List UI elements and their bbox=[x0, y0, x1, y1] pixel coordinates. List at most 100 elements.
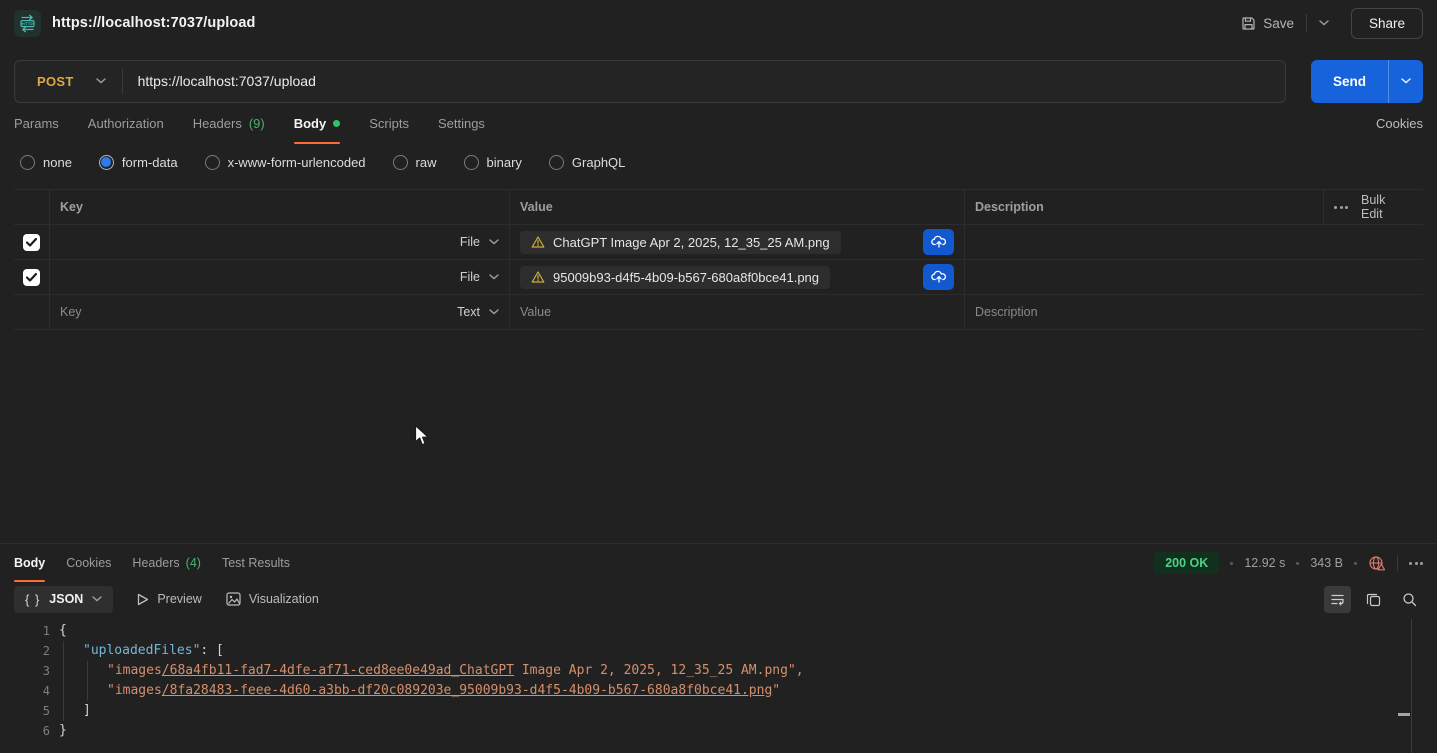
key-cell[interactable]: File bbox=[50, 225, 510, 260]
row-checkbox-placeholder bbox=[14, 295, 50, 330]
response-time[interactable]: 12.92 s bbox=[1244, 556, 1285, 570]
tab-settings[interactable]: Settings bbox=[438, 103, 485, 144]
cloud-upload-icon bbox=[931, 235, 947, 249]
chevron-down-icon bbox=[1401, 78, 1411, 84]
row-checkbox[interactable] bbox=[23, 269, 40, 286]
share-button[interactable]: Share bbox=[1351, 8, 1423, 39]
body-type-graphql[interactable]: GraphQL bbox=[549, 155, 625, 170]
file-chip[interactable]: ChatGPT Image Apr 2, 2025, 12_35_25 AM.p… bbox=[520, 231, 841, 254]
radio-selected-icon bbox=[99, 155, 114, 170]
body-type-form-data[interactable]: form-data bbox=[99, 155, 178, 170]
bulk-edit-cell: Bulk Edit bbox=[1324, 190, 1423, 225]
separator-dot bbox=[1230, 562, 1233, 565]
chevron-down-icon bbox=[92, 596, 102, 602]
value-cell: ChatGPT Image Apr 2, 2025, 12_35_25 AM.p… bbox=[510, 225, 965, 260]
search-button[interactable] bbox=[1396, 586, 1423, 613]
cookies-link[interactable]: Cookies bbox=[1376, 116, 1423, 131]
type-select[interactable]: File bbox=[460, 270, 499, 284]
description-cell[interactable] bbox=[965, 260, 1423, 295]
body-modified-dot-icon bbox=[333, 120, 340, 127]
tab-authorization[interactable]: Authorization bbox=[88, 103, 164, 144]
radio-icon bbox=[20, 155, 35, 170]
value-column-header: Value bbox=[510, 190, 965, 225]
response-tab-body[interactable]: Body bbox=[14, 544, 45, 582]
indent-guide bbox=[63, 641, 64, 721]
body-type-raw[interactable]: raw bbox=[393, 155, 437, 170]
save-options-button[interactable] bbox=[1311, 14, 1337, 32]
table-row: File ChatGPT Image Apr 2, 2025, 12_35_25… bbox=[14, 225, 1423, 260]
chevron-down-icon bbox=[489, 239, 499, 245]
tab-body[interactable]: Body bbox=[294, 103, 341, 144]
separator-dot bbox=[1296, 562, 1299, 565]
response-tab-headers[interactable]: Headers(4) bbox=[132, 544, 201, 582]
response-tab-test-results[interactable]: Test Results bbox=[222, 544, 290, 582]
more-options-icon[interactable] bbox=[1334, 206, 1348, 209]
tab-scripts[interactable]: Scripts bbox=[369, 103, 409, 144]
send-button[interactable]: Send bbox=[1311, 60, 1388, 103]
new-value-input[interactable] bbox=[520, 305, 954, 319]
radio-icon bbox=[393, 155, 408, 170]
response-body-viewer[interactable]: 1 { 2 "uploadedFiles": [ 3 "images/68a4f… bbox=[0, 616, 1437, 753]
file-chip[interactable]: 95009b93-d4f5-4b09-b567-680a8f0bce41.png bbox=[520, 266, 830, 289]
select-all-cell bbox=[14, 190, 50, 225]
response-format-select[interactable]: { } JSON bbox=[14, 586, 113, 613]
save-button[interactable]: Save bbox=[1233, 10, 1302, 37]
send-options-button[interactable] bbox=[1388, 60, 1423, 103]
type-select[interactable]: Text bbox=[457, 305, 499, 319]
preview-button[interactable]: Preview bbox=[137, 592, 201, 606]
response-more-options-icon[interactable] bbox=[1409, 562, 1423, 565]
upload-file-button[interactable] bbox=[923, 264, 954, 290]
key-column-header: Key bbox=[50, 190, 510, 225]
search-icon bbox=[1402, 592, 1417, 607]
request-bar: POST Send bbox=[0, 59, 1437, 103]
svg-text:HTTP: HTTP bbox=[22, 21, 34, 26]
body-type-none[interactable]: none bbox=[20, 155, 72, 170]
file-url-link[interactable]: /68a4fb11-fad7-4dfe-af71-ced8ee0e49ad_Ch… bbox=[162, 663, 514, 678]
response-size[interactable]: 343 B bbox=[1310, 556, 1343, 570]
visualization-button[interactable]: Visualization bbox=[226, 592, 319, 606]
row-checkbox[interactable] bbox=[23, 234, 40, 251]
wrap-text-button[interactable] bbox=[1324, 586, 1351, 613]
url-input[interactable] bbox=[123, 73, 1285, 89]
scrollbar-track[interactable] bbox=[1411, 619, 1412, 753]
scrollbar-thumb[interactable] bbox=[1398, 713, 1410, 716]
code-line: 6 } bbox=[0, 721, 1437, 741]
file-name: 95009b93-d4f5-4b09-b567-680a8f0bce41.png bbox=[553, 270, 819, 285]
body-type-x-www-form-urlencoded[interactable]: x-www-form-urlencoded bbox=[205, 155, 366, 170]
table-new-row: Text bbox=[14, 295, 1423, 330]
tab-params[interactable]: Params bbox=[14, 103, 59, 144]
method-selector[interactable]: POST bbox=[15, 74, 122, 89]
bulk-edit-button[interactable]: Bulk Edit bbox=[1361, 193, 1409, 221]
request-tabs-row: Params Authorization Headers(9) Body Scr… bbox=[0, 103, 1437, 144]
line-number: 3 bbox=[0, 661, 50, 681]
body-type-binary[interactable]: binary bbox=[464, 155, 522, 170]
braces-icon: { } bbox=[25, 592, 40, 607]
tab-headers[interactable]: Headers(9) bbox=[193, 103, 265, 144]
description-cell[interactable] bbox=[965, 225, 1423, 260]
response-tab-cookies[interactable]: Cookies bbox=[66, 544, 111, 582]
status-badge[interactable]: 200 OK bbox=[1154, 552, 1219, 574]
request-title: https://localhost:7037/upload bbox=[52, 15, 256, 31]
key-cell[interactable]: File bbox=[50, 260, 510, 295]
divider bbox=[1397, 555, 1398, 571]
description-column-header: Description bbox=[965, 190, 1324, 225]
copy-icon bbox=[1366, 592, 1381, 607]
copy-button[interactable] bbox=[1360, 586, 1387, 613]
code-line: 5 ] bbox=[0, 701, 1437, 721]
radio-icon bbox=[464, 155, 479, 170]
format-label: JSON bbox=[49, 592, 83, 606]
wrap-text-icon bbox=[1330, 592, 1345, 607]
table-row: File 95009b93-d4f5-4b09-b567-680a8f0bce4… bbox=[14, 260, 1423, 295]
value-cell: 95009b93-d4f5-4b09-b567-680a8f0bce41.png bbox=[510, 260, 965, 295]
new-description-input[interactable] bbox=[975, 305, 1413, 319]
separator-dot bbox=[1354, 562, 1357, 565]
chevron-down-icon bbox=[489, 274, 499, 280]
upload-file-button[interactable] bbox=[923, 229, 954, 255]
ssl-warning-globe-icon[interactable] bbox=[1368, 555, 1386, 571]
table-header-row: Key Value Description Bulk Edit bbox=[14, 190, 1423, 225]
play-icon bbox=[137, 593, 149, 606]
new-key-input[interactable] bbox=[60, 305, 449, 319]
checkmark-icon bbox=[26, 273, 37, 282]
file-url-link[interactable]: /8fa28483-feee-4d60-a3bb-df20c089203e_95… bbox=[162, 683, 772, 698]
type-select[interactable]: File bbox=[460, 235, 499, 249]
